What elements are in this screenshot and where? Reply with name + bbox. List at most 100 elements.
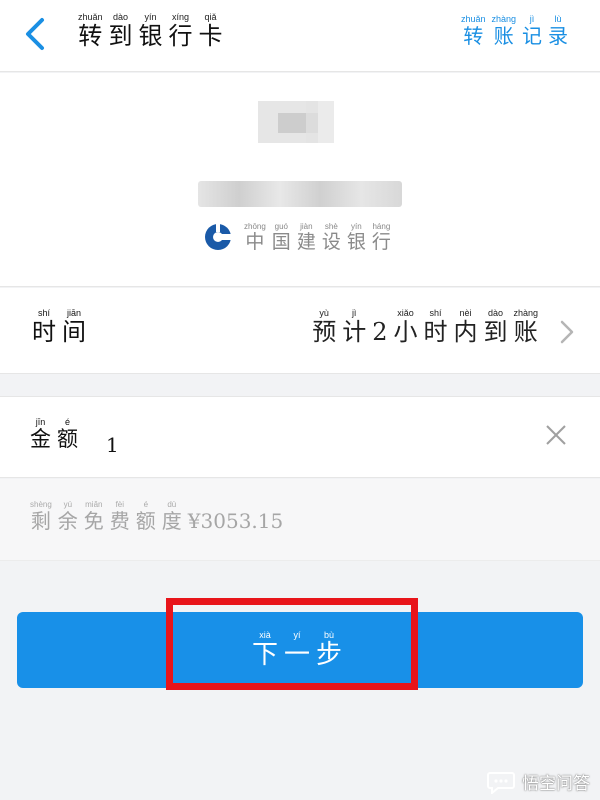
hanzi: 记 — [522, 24, 542, 48]
hanzi: 预 — [312, 318, 337, 346]
ruby-char: yín 银 — [347, 221, 366, 253]
blurred-account-number — [198, 181, 402, 207]
ruby-char: jiān 间 — [62, 308, 86, 345]
amount-row: jīn 金 é 额 — [0, 396, 600, 478]
hanzi: 金 — [30, 427, 51, 451]
hanzi: 转 — [463, 24, 484, 48]
hanzi: 下 — [251, 640, 278, 671]
next-step-button[interactable]: xià 下 yí 一 bù 步 — [17, 612, 583, 688]
ruby-char: fèi 费 — [110, 499, 130, 532]
hanzi: 账 — [493, 24, 514, 48]
hanzi: 到 — [108, 22, 133, 50]
transfer-records-link[interactable]: zhuǎn 转 zhàng 账 jì 记 lù 录 — [461, 14, 574, 47]
ruby-char: jì 记 — [522, 14, 542, 47]
hanzi: 账 — [513, 318, 538, 346]
arrival-time-row[interactable]: shí 时 jiān 间 yù 预 jì 计 2 xiǎo 小 shí 时 nèi 内 dào 到 zhàng 账 — [0, 288, 600, 374]
ruby-char: jì 计 — [342, 308, 366, 345]
hanzi: 时 — [32, 318, 56, 346]
page-title: zhuǎn 转 dào 到 yín 银 xíng 行 qiǎ 卡 — [78, 12, 229, 49]
hanzi: 一 — [283, 640, 310, 671]
ruby-char: dào 到 — [483, 308, 507, 345]
hanzi: 额 — [57, 427, 78, 451]
watermark: 悟空问答 — [486, 769, 590, 794]
hanzi: 到 — [483, 318, 508, 346]
time-label: shí 时 jiān 间 — [32, 308, 92, 345]
bank-info: zhōng 中 guó 国 jiàn 建 shè 设 yín 银 háng 行 — [204, 221, 397, 253]
ruby-char: jiàn 建 — [297, 221, 316, 253]
hanzi: 剩 — [30, 509, 51, 533]
ruby-char: miǎn 免 — [84, 499, 104, 532]
hanzi: 时 — [423, 318, 448, 346]
ruby-char: yù 预 — [312, 308, 336, 345]
ruby-char: jīn 金 — [30, 417, 51, 451]
time-value: yù 预 jì 计 2 xiǎo 小 shí 时 nèi 内 dào 到 zhàng 账 — [312, 308, 544, 345]
next-step-label: xià 下 yí 一 bù 步 — [252, 630, 348, 670]
close-icon — [546, 425, 566, 445]
hanzi: 国 — [271, 231, 291, 253]
ruby-char: shèng 剩 — [30, 499, 52, 532]
free-quota-label: shèng 剩 yú 余 miǎn 免 fèi 费 é 额 dù 度 ¥3053.15 — [30, 499, 289, 532]
ruby-char: shí 时 — [423, 308, 447, 345]
hanzi: 银 — [346, 231, 366, 253]
ruby-char: dù 度 — [162, 499, 182, 532]
free-quota-value: ¥3053.15 — [187, 509, 284, 533]
hanzi: 转 — [78, 22, 103, 50]
ruby-char: dào 到 — [109, 12, 133, 49]
ruby-char: lù 录 — [548, 14, 568, 47]
ruby-char: é额 — [136, 499, 156, 532]
hanzi: 银 — [138, 22, 163, 50]
bank-name: zhōng 中 guó 国 jiàn 建 shè 设 yín 银 háng 行 — [244, 221, 397, 253]
hanzi: 行 — [168, 22, 193, 50]
ruby-char: zhàng 账 — [513, 308, 538, 345]
ruby-char: é额 — [57, 417, 78, 451]
ruby-char: yín 银 — [139, 12, 163, 49]
ruby-char: xiǎo 小 — [393, 308, 417, 345]
ruby-char: zhōng 中 — [244, 221, 266, 253]
hanzi: 余 — [57, 509, 78, 533]
watermark-text: 悟空问答 — [522, 774, 590, 794]
ruby-char: yí 一 — [284, 630, 310, 670]
speech-bubble-icon — [487, 771, 515, 794]
chevron-right-icon — [560, 320, 574, 344]
amount-label: jīn 金 é 额 — [30, 417, 84, 451]
back-button[interactable] — [18, 14, 54, 54]
hanzi: 步 — [316, 640, 343, 671]
hanzi: 小 — [393, 318, 418, 346]
hanzi: 录 — [548, 24, 568, 48]
hanzi: 计 — [342, 318, 367, 346]
hanzi: 卡 — [198, 22, 223, 50]
hanzi: 费 — [109, 509, 130, 533]
ruby-char: guó 国 — [272, 221, 291, 253]
ruby-char: shí 时 — [32, 308, 56, 345]
ruby-char: zhàng 账 — [491, 14, 516, 47]
chevron-left-icon — [26, 18, 44, 50]
clear-amount-button[interactable] — [544, 423, 568, 447]
free-quota-row: shèng 剩 yú 余 miǎn 免 fèi 费 é 额 dù 度 ¥3053.15 — [0, 479, 600, 561]
hanzi: 设 — [321, 231, 341, 253]
ruby-char: zhuǎn 转 — [461, 14, 486, 47]
ruby-char: zhuǎn 转 — [78, 12, 103, 49]
ruby-char: shè 设 — [322, 221, 341, 253]
hanzi: 2 — [372, 318, 388, 346]
hanzi: 内 — [453, 318, 478, 346]
ccb-logo-icon — [205, 222, 232, 250]
ruby-char: yú 余 — [58, 499, 78, 532]
ruby-char: qiǎ 卡 — [199, 12, 223, 49]
recipient-account-card: zhōng 中 guó 国 jiàn 建 shè 设 yín 银 háng 行 — [0, 73, 600, 287]
hanzi: 度 — [161, 509, 182, 533]
ruby-char: nèi 内 — [453, 308, 477, 345]
ruby-char: 2 — [372, 308, 388, 346]
ruby-char: xíng 行 — [169, 12, 193, 49]
blurred-account-name — [258, 101, 334, 143]
hanzi: 额 — [135, 509, 156, 533]
ruby-char: xià 下 — [252, 630, 278, 670]
header-bar: zhuǎn 转 dào 到 yín 银 xíng 行 qiǎ 卡 zhuǎn 转 zhàng 账 jì 记 l… — [0, 0, 600, 72]
ruby-char: bù 步 — [316, 630, 342, 670]
hanzi: 间 — [62, 318, 86, 346]
hanzi: 免 — [83, 509, 104, 533]
ruby-char: háng 行 — [372, 221, 391, 253]
hanzi: 建 — [296, 231, 316, 253]
hanzi: 中 — [245, 231, 265, 253]
hanzi: 行 — [371, 231, 391, 253]
amount-input[interactable] — [106, 425, 486, 459]
